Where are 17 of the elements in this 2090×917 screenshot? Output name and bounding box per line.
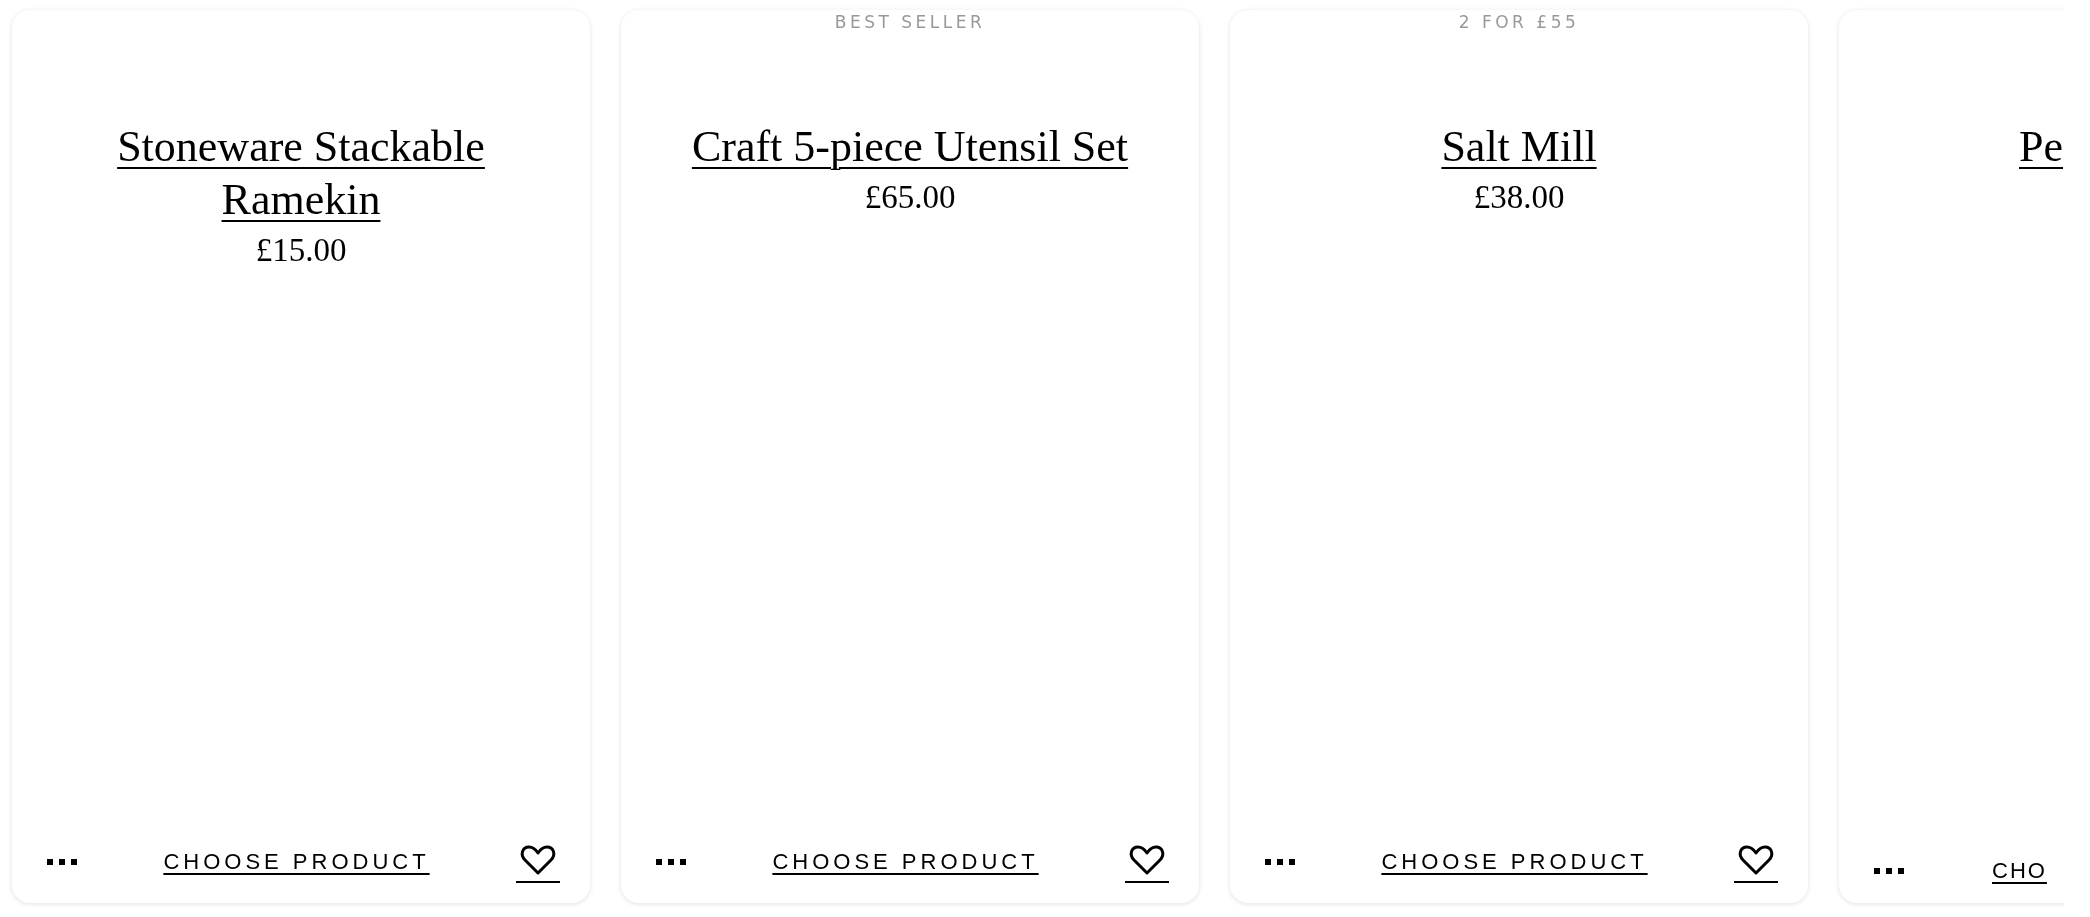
more-icon[interactable]	[1874, 868, 1904, 874]
product-price: £15.00	[255, 232, 347, 269]
product-title-link[interactable]: Pe	[2019, 120, 2063, 173]
more-icon[interactable]	[656, 859, 686, 865]
choose-product-link[interactable]: CHO	[1992, 858, 2047, 884]
product-price: £65.00	[864, 179, 956, 216]
choose-product-link[interactable]: CHOOSE PRODUCT	[163, 849, 430, 875]
product-title-link[interactable]: Craft 5-piece Utensil Set	[675, 120, 1145, 173]
more-icon[interactable]	[1265, 859, 1295, 865]
product-price: £38.00	[1473, 179, 1565, 216]
badge-label: 2 FOR £55	[1458, 12, 1580, 34]
more-icon[interactable]	[47, 859, 77, 865]
product-title-link[interactable]: Salt Mill	[1284, 120, 1754, 173]
choose-product-link[interactable]: CHOOSE PRODUCT	[772, 849, 1039, 875]
badge-label: BEST SELLER	[834, 12, 986, 34]
choose-product-link[interactable]: CHOOSE PRODUCT	[1381, 849, 1648, 875]
product-title-link[interactable]: Stoneware Stackable Ramekin	[66, 120, 536, 226]
